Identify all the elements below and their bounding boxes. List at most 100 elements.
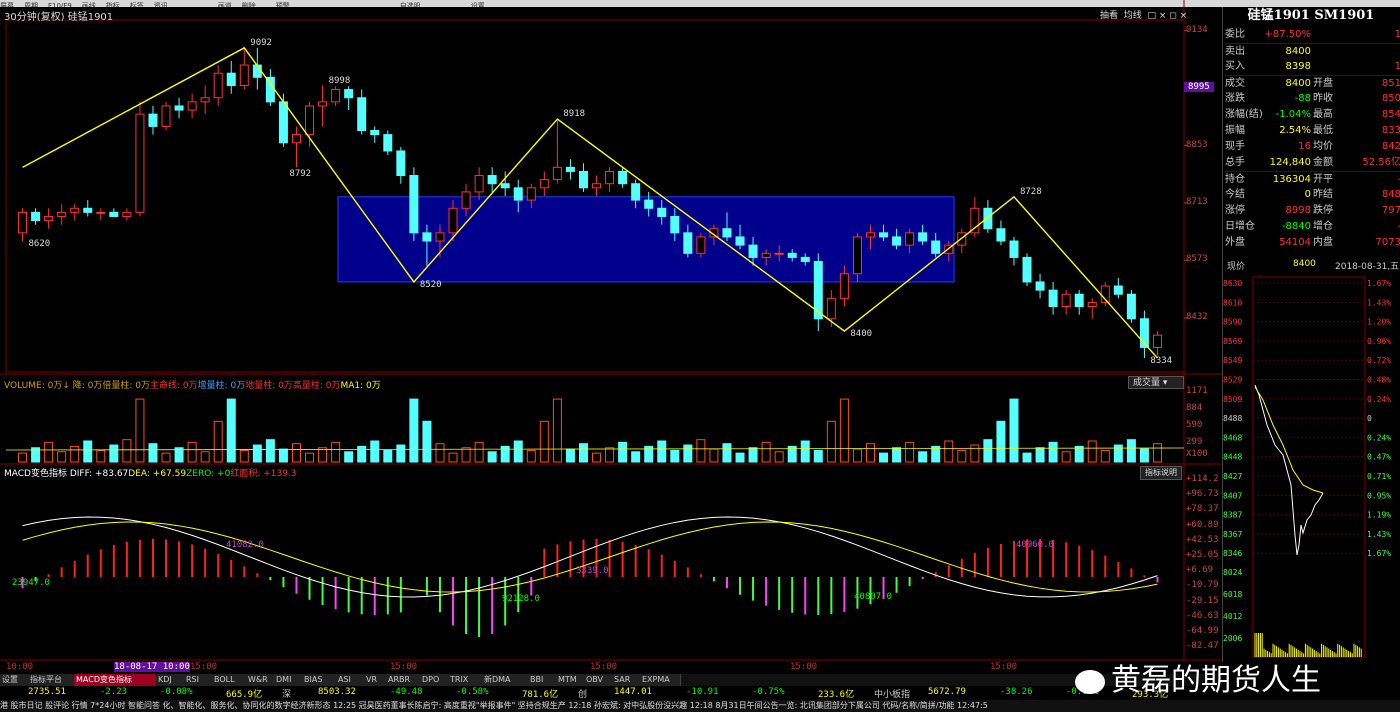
indicator-tab[interactable]: MACD变色指标 bbox=[74, 674, 157, 686]
candle bbox=[983, 200, 993, 233]
quote-title: 硅锰1901 SM1901 bbox=[1247, 8, 1375, 23]
volume-bar bbox=[539, 420, 549, 463]
price-annotation: 9092 bbox=[250, 37, 272, 48]
indicator-tab[interactable]: EXPMA bbox=[640, 674, 681, 686]
indicator-tab[interactable]: MTM bbox=[556, 674, 585, 686]
quote-label-2: 跌停 bbox=[1313, 205, 1333, 216]
indicator-tab[interactable]: TRIX bbox=[448, 674, 483, 686]
volume-bar bbox=[226, 398, 236, 463]
volume-bar bbox=[1048, 441, 1058, 463]
volume-legend-item: MA1: 0万 bbox=[340, 381, 381, 391]
quote-row: 涨跌 -88 昨收 850 bbox=[1225, 91, 1400, 107]
control-ma[interactable]: 均线 bbox=[1124, 11, 1142, 21]
indicator-tab[interactable]: 设置 bbox=[0, 674, 29, 686]
candle bbox=[370, 126, 380, 143]
macd-tick: +114.2 bbox=[1186, 474, 1219, 484]
macd-area-label: 40807.0 bbox=[854, 592, 892, 602]
mini-right-tick: 1.67% bbox=[1367, 549, 1391, 558]
quote-value: 8998 bbox=[1285, 205, 1311, 216]
volume-bar bbox=[122, 439, 132, 463]
volume-bar bbox=[396, 444, 406, 463]
volume-bar bbox=[305, 452, 315, 463]
volume-bar bbox=[318, 447, 328, 463]
candle bbox=[1009, 236, 1019, 266]
window-buttons-icon[interactable]: □ × ◻ × bbox=[1145, 11, 1188, 21]
quote-value: -8840 bbox=[1281, 221, 1311, 232]
index-value: -0.58% bbox=[456, 687, 489, 697]
mini-right-tick: 1.19% bbox=[1367, 511, 1391, 520]
indicator-tab[interactable]: BBI bbox=[528, 674, 557, 686]
indicator-tab[interactable]: RSI bbox=[184, 674, 213, 686]
index-value: -49.48 bbox=[390, 687, 423, 697]
volume-tick: 299 bbox=[1186, 437, 1203, 447]
volume-bar bbox=[278, 448, 288, 463]
time-tick: 10:00 bbox=[6, 662, 34, 672]
indicator-tab[interactable]: BIAS bbox=[302, 674, 337, 686]
quote-value-2: 854 bbox=[1381, 109, 1400, 120]
candle bbox=[226, 60, 236, 94]
quote-label-2: 开平 bbox=[1313, 174, 1333, 185]
volume-bar bbox=[44, 441, 54, 463]
candle bbox=[148, 105, 158, 135]
volume-dropdown[interactable]: 成交量 ▾ bbox=[1128, 376, 1184, 389]
mini-left-tick: 8569 bbox=[1223, 337, 1242, 346]
volume-bar bbox=[905, 441, 915, 463]
candle bbox=[1035, 273, 1045, 299]
volume-tick: 590 bbox=[1186, 420, 1203, 430]
volume-bar bbox=[722, 443, 732, 463]
volume-bar bbox=[996, 420, 1006, 463]
mini-right-tick: 1.43% bbox=[1367, 298, 1391, 307]
volume-legend-item: 增量柱: 0万 bbox=[197, 381, 246, 391]
quote-value: 54104 bbox=[1279, 237, 1311, 248]
indicator-tab[interactable]: BOLL bbox=[212, 674, 247, 686]
candle bbox=[357, 89, 367, 135]
candle bbox=[813, 253, 823, 332]
macd-tick: +6.69 bbox=[1186, 565, 1214, 576]
quote-label-2: 金额 bbox=[1313, 157, 1333, 168]
macd-tick: +25.05 bbox=[1186, 550, 1219, 560]
price-annotation: 8400 bbox=[850, 329, 873, 340]
quote-value-2: 52.56亿 bbox=[1362, 157, 1400, 168]
volume-bar bbox=[239, 449, 249, 463]
indicator-tab[interactable]: DMI bbox=[274, 674, 303, 686]
indicator-tab[interactable]: VR bbox=[364, 674, 387, 686]
volume-bar bbox=[96, 449, 106, 463]
quote-label: 现手 bbox=[1225, 141, 1245, 152]
volume-bar bbox=[70, 445, 80, 463]
indicator-tab[interactable]: 指标平台 bbox=[28, 674, 75, 686]
quote-value: -1.04% bbox=[1275, 109, 1311, 120]
indicator-tab[interactable]: KDJ bbox=[156, 674, 185, 686]
macd-legend-item: DEA: +67.59 bbox=[128, 469, 187, 479]
indicator-tab[interactable]: OBV bbox=[584, 674, 613, 686]
volume-bar bbox=[592, 452, 602, 463]
volume-bar bbox=[852, 448, 862, 463]
volume-bar bbox=[1100, 449, 1110, 463]
volume-bar bbox=[474, 441, 484, 463]
volume-bar bbox=[657, 440, 667, 463]
volume-bar bbox=[1022, 452, 1032, 463]
quote-label: 总手 bbox=[1225, 157, 1245, 168]
volume-legend-item: VOLUME: 0万 bbox=[4, 381, 63, 391]
macd-indicator-title: MACD变色指标 DIFF: +83.67DEA: +67.59ZERO: +0… bbox=[4, 466, 297, 479]
indicator-tab[interactable]: ASI bbox=[336, 674, 365, 686]
indicator-help-button[interactable]: 指标说明 bbox=[1140, 466, 1182, 480]
index-value: -38.26 bbox=[1000, 687, 1033, 697]
volume-bar bbox=[1113, 444, 1123, 463]
indicator-tab[interactable]: W&R bbox=[246, 674, 275, 686]
indicator-tab[interactable]: 新DMA bbox=[482, 674, 529, 686]
mini-left-tick: 8590 bbox=[1223, 318, 1242, 327]
control-abstract[interactable]: 抽看 bbox=[1100, 11, 1118, 21]
quote-row: 委比 +87.50% 1 bbox=[1225, 27, 1400, 43]
volume-bar bbox=[409, 398, 419, 463]
quote-label: 涨停 bbox=[1225, 205, 1245, 216]
candle bbox=[696, 232, 706, 258]
chart-controls[interactable]: 抽看 均线 □ × ◻ × bbox=[1100, 8, 1187, 21]
indicator-tab[interactable]: DPO bbox=[420, 674, 449, 686]
volume-bar bbox=[1087, 440, 1097, 463]
candle bbox=[383, 130, 393, 156]
quote-value: 16 bbox=[1298, 141, 1311, 152]
indicator-tab[interactable]: ARBR bbox=[386, 674, 421, 686]
indicator-tab[interactable]: SAR bbox=[612, 674, 641, 686]
mini-left-tick: 8488 bbox=[1223, 414, 1242, 423]
quote-label-2: 最低 bbox=[1313, 125, 1333, 136]
